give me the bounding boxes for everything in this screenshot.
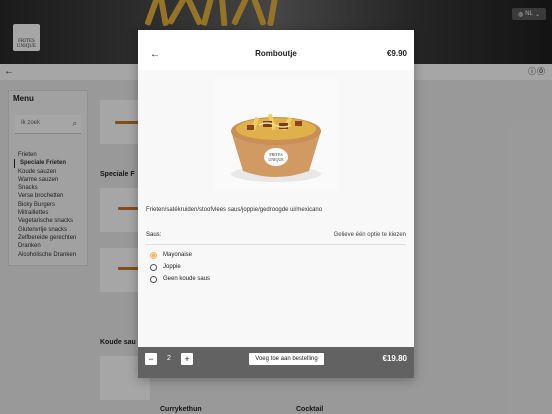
increase-quantity-button[interactable]: +	[181, 353, 193, 365]
order-total: €19.80	[382, 354, 407, 363]
sauce-option-joppie[interactable]: Joppie	[150, 262, 181, 272]
sauce-option-mayonaise[interactable]: Mayonaise	[150, 250, 192, 260]
product-description: Frieten/satékruiden/stoofvlees saus/jopp…	[146, 207, 323, 213]
sauce-label: Saus:	[146, 232, 162, 238]
product-title: Romboutje	[255, 49, 297, 58]
sauce-header: Saus: Gelieve één optie te kiezen	[146, 232, 406, 245]
option-label: Geen koude saus	[163, 276, 211, 282]
modal-header: ← Romboutje €9.90	[138, 30, 414, 71]
product-modal: ← Romboutje €9.90 FRITES UNIQUE Frieten/…	[138, 30, 414, 378]
sauce-hint: Gelieve één optie te kiezen	[333, 232, 406, 238]
radio[interactable]	[150, 275, 157, 283]
modal-footer: − 2 + Voeg toe aan bestelling €19.80	[138, 347, 414, 378]
radio[interactable]	[150, 263, 157, 271]
modal-body: FRITES UNIQUE Frieten/satékruiden/stoofv…	[138, 70, 414, 347]
quantity-value: 2	[167, 355, 171, 362]
fries-bowl-illustration: FRITES UNIQUE	[231, 113, 321, 182]
add-to-order-button[interactable]: Voeg toe aan bestelling	[249, 353, 324, 365]
decrease-quantity-button[interactable]: −	[145, 353, 157, 365]
bowl-label-line2: UNIQUE	[268, 157, 284, 162]
sauce-option-none[interactable]: Geen koude saus	[150, 274, 210, 284]
option-label: Joppie	[163, 264, 181, 270]
product-image: FRITES UNIQUE	[215, 79, 337, 191]
product-price: €9.90	[386, 49, 407, 58]
radio-selected[interactable]	[150, 251, 157, 259]
option-label: Mayonaise	[163, 252, 193, 258]
